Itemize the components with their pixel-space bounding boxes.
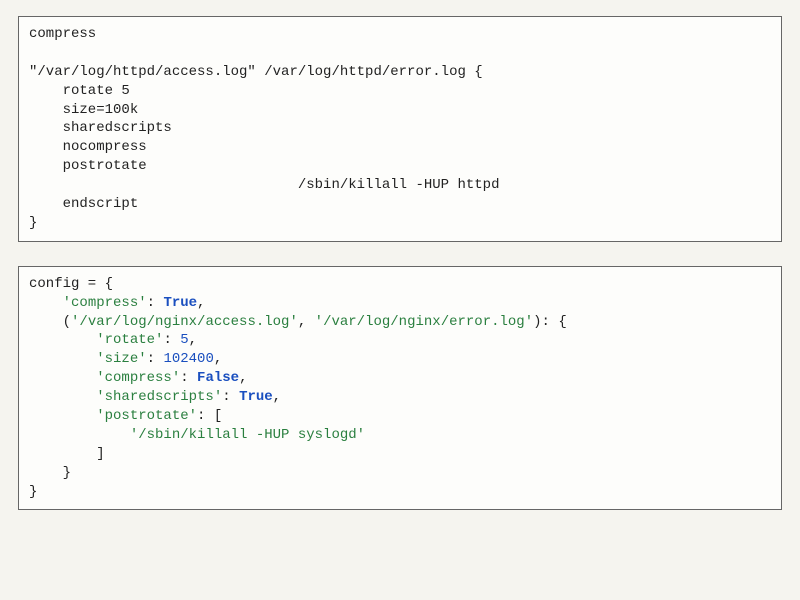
code-line: 'rotate': 5, [29, 332, 197, 348]
logrotate-config-box: compress "/var/log/httpd/access.log" /va… [18, 16, 782, 242]
code-line: rotate 5 [29, 83, 130, 99]
code-line: } [29, 465, 71, 481]
code-line: 'size': 102400, [29, 351, 222, 367]
python-dict-box: config = { 'compress': True, ('/var/log/… [18, 266, 782, 511]
code-line: 'compress': True, [29, 295, 205, 311]
code-line: '/sbin/killall -HUP syslogd' [29, 427, 365, 443]
code-line: /sbin/killall -HUP httpd [29, 177, 499, 193]
code-line: ('/var/log/nginx/access.log', '/var/log/… [29, 314, 567, 330]
code-line: 'postrotate': [ [29, 408, 222, 424]
code-line: endscript [29, 196, 138, 212]
code-line: postrotate [29, 158, 147, 174]
code-line: nocompress [29, 139, 147, 155]
code-line: 'sharedscripts': True, [29, 389, 281, 405]
code-line: 'compress': False, [29, 370, 247, 386]
code-line: config = { [29, 276, 113, 292]
code-line: sharedscripts [29, 120, 172, 136]
code-line: compress [29, 26, 96, 42]
code-line: ] [29, 446, 105, 462]
code-line: size=100k [29, 102, 138, 118]
code-line: } [29, 215, 37, 231]
code-line: "/var/log/httpd/access.log" /var/log/htt… [29, 64, 483, 80]
code-line: } [29, 484, 37, 500]
